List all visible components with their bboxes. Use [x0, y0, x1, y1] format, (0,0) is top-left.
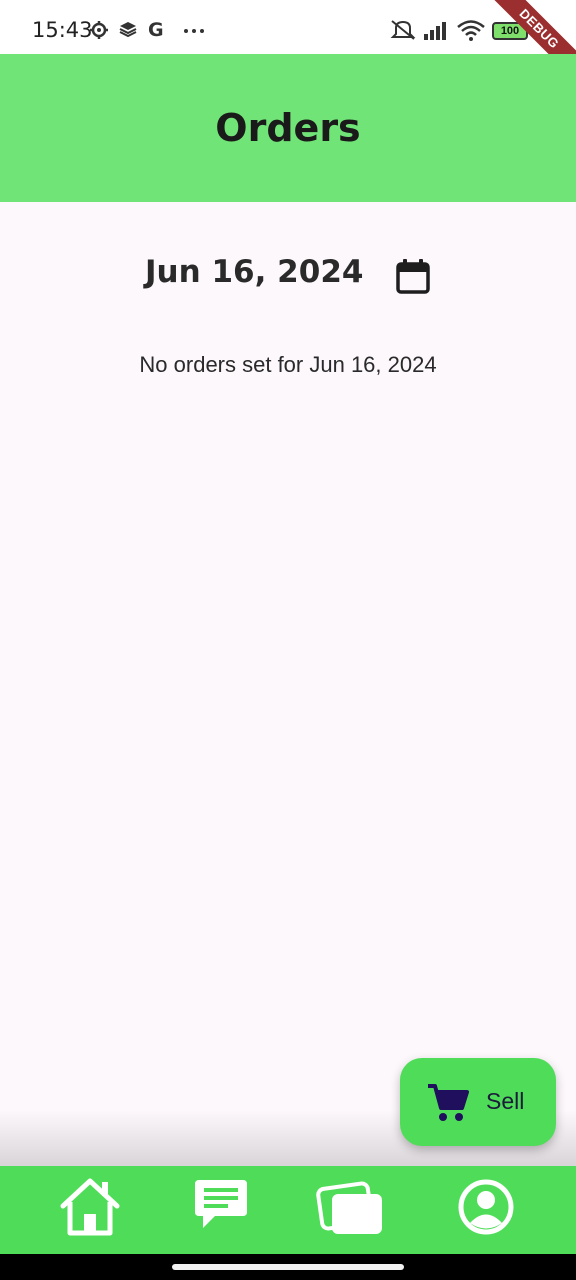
empty-state-message: No orders set for Jun 16, 2024 [139, 352, 437, 377]
home-icon [55, 1176, 125, 1238]
nav-item-cards[interactable] [316, 1176, 386, 1244]
wifi-icon [456, 18, 486, 47]
google-icon: G [147, 18, 167, 45]
nav-item-home[interactable] [55, 1176, 125, 1244]
calendar-icon[interactable] [388, 254, 436, 302]
status-time: 15:43 [32, 18, 93, 42]
mute-icon [389, 18, 417, 47]
home-gesture-pill[interactable] [172, 1264, 404, 1270]
layers-icon [119, 20, 137, 43]
nav-item-chat[interactable] [186, 1176, 256, 1244]
app-bar: Orders [0, 54, 576, 202]
sell-button-label: Sell [486, 1088, 525, 1114]
signal-icon [423, 20, 451, 45]
profile-icon [451, 1176, 521, 1238]
cards-icon [316, 1176, 386, 1238]
nav-item-profile[interactable] [451, 1176, 521, 1244]
selected-date: Jun 16, 2024 [145, 254, 364, 290]
svg-text:G: G [148, 19, 164, 40]
sell-button[interactable]: Sell [400, 1058, 556, 1146]
cart-icon [426, 1082, 470, 1129]
chat-icon [186, 1176, 256, 1232]
page-title: Orders [215, 106, 361, 150]
system-nav-bar [0, 1254, 576, 1280]
more-icon [183, 22, 205, 40]
gear-icon [89, 20, 109, 45]
bottom-nav [0, 1166, 576, 1254]
status-bar: 15:43 G 100 DEBUG [0, 0, 576, 90]
